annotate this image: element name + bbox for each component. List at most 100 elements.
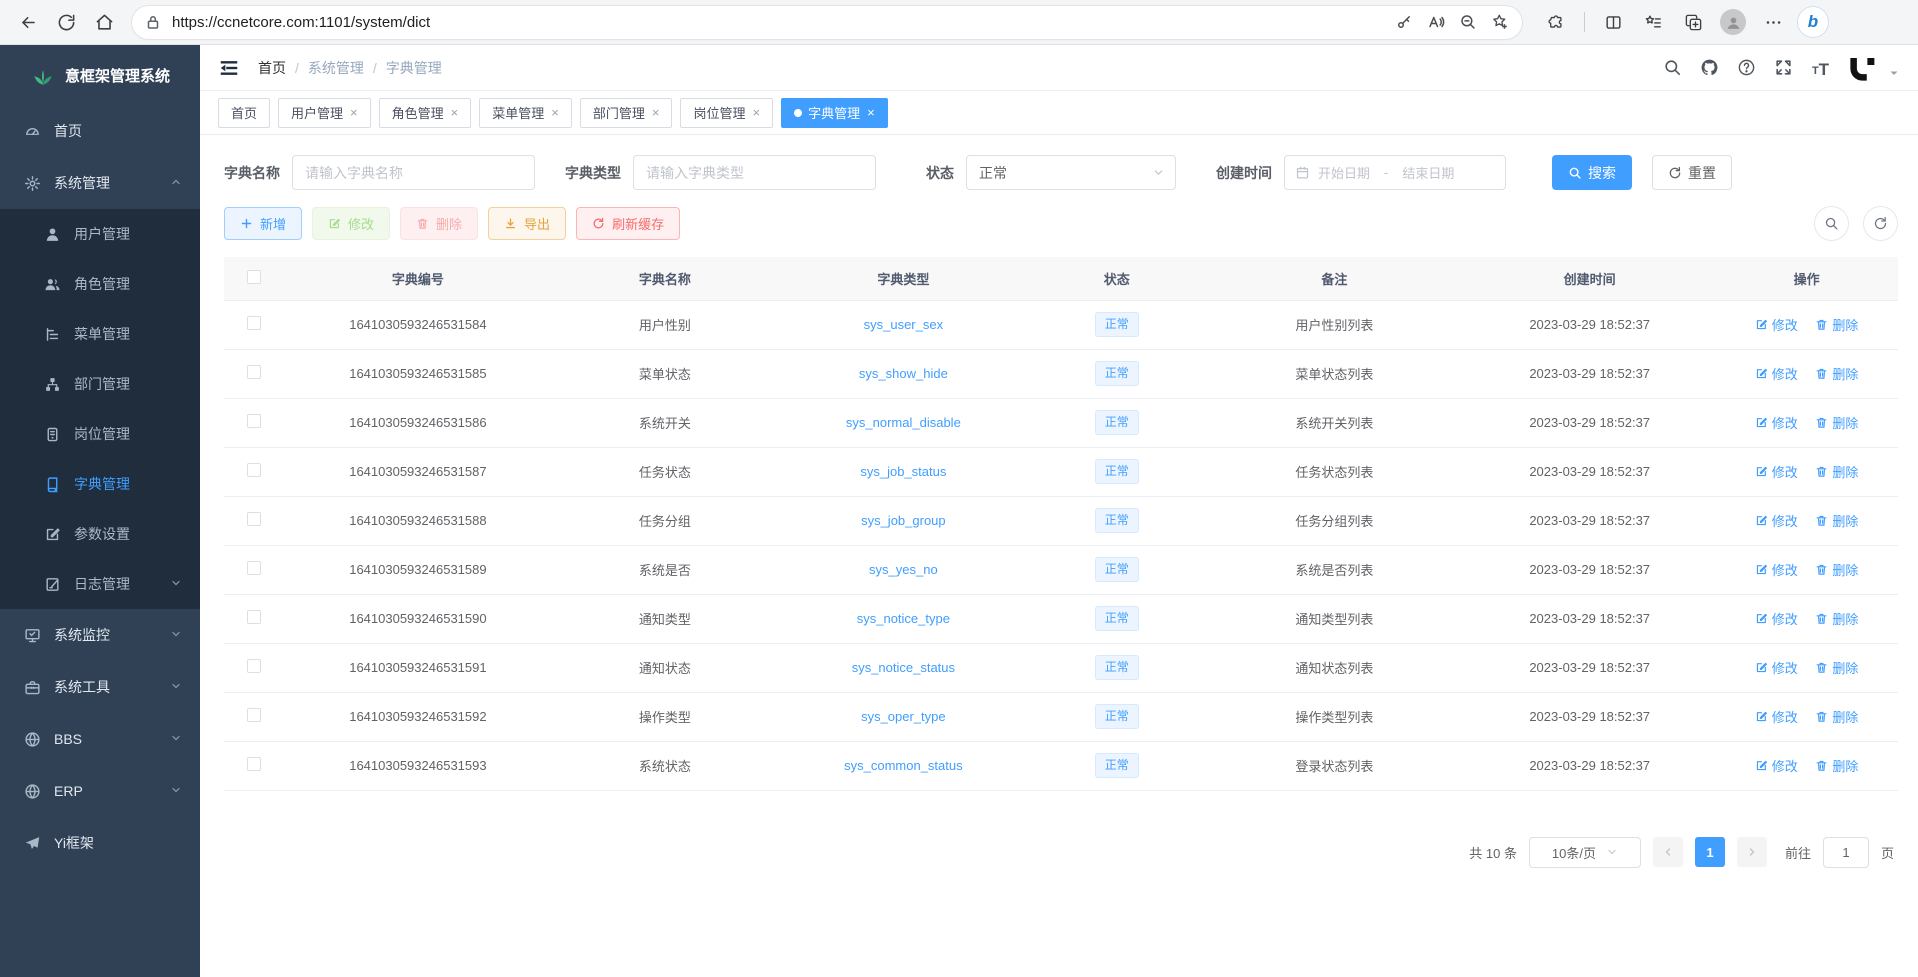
row-edit-link[interactable]: 修改: [1755, 707, 1798, 726]
caret-down-icon[interactable]: [1888, 67, 1900, 79]
sidebar-item-system-mgmt[interactable]: 系统管理: [0, 157, 200, 209]
tab-role-mgmt[interactable]: 角色管理 ×: [379, 98, 472, 128]
browser-home-button[interactable]: [86, 5, 122, 39]
sidebar-item-param-settings[interactable]: 参数设置: [0, 509, 200, 559]
select-all-checkbox[interactable]: [247, 270, 261, 284]
row-edit-link[interactable]: 修改: [1755, 315, 1798, 334]
row-checkbox[interactable]: [247, 463, 261, 477]
add-button[interactable]: 新增: [224, 207, 302, 240]
row-delete-link[interactable]: 删除: [1815, 658, 1858, 677]
sidebar-collapse-icon[interactable]: [218, 57, 240, 79]
breadcrumb-home[interactable]: 首页: [258, 58, 286, 78]
browser-refresh-button[interactable]: [48, 5, 84, 39]
next-page-button[interactable]: [1737, 837, 1767, 867]
sidebar-item-dept-mgmt[interactable]: 部门管理: [0, 359, 200, 409]
tab-close-icon[interactable]: ×: [752, 106, 760, 119]
tab-home[interactable]: 首页: [218, 98, 270, 128]
row-delete-link[interactable]: 删除: [1815, 511, 1858, 530]
sidebar-item-log-mgmt[interactable]: 日志管理: [0, 559, 200, 609]
goto-page-input[interactable]: [1823, 837, 1869, 868]
password-key-icon[interactable]: [1388, 7, 1420, 37]
dict-type-link[interactable]: sys_oper_type: [861, 709, 946, 724]
sidebar-item-dict-mgmt[interactable]: 字典管理: [0, 459, 200, 509]
sidebar-item-erp[interactable]: ERP: [0, 765, 200, 817]
dict-type-link[interactable]: sys_notice_status: [852, 660, 955, 675]
tab-user-mgmt[interactable]: 用户管理 ×: [278, 98, 371, 128]
add-favorite-star-icon[interactable]: [1484, 7, 1516, 37]
delete-button[interactable]: 删除: [400, 207, 478, 240]
current-page-button[interactable]: 1: [1695, 837, 1725, 867]
breadcrumb-system-mgmt[interactable]: 系统管理: [308, 58, 364, 78]
edit-button[interactable]: 修改: [312, 207, 390, 240]
row-edit-link[interactable]: 修改: [1755, 560, 1798, 579]
row-checkbox[interactable]: [247, 316, 261, 330]
sidebar-item-post-mgmt[interactable]: 岗位管理: [0, 409, 200, 459]
dict-type-link[interactable]: sys_notice_type: [857, 611, 950, 626]
split-screen-icon[interactable]: [1595, 5, 1631, 39]
tab-post-mgmt[interactable]: 岗位管理 ×: [680, 98, 773, 128]
row-checkbox[interactable]: [247, 708, 261, 722]
dict-type-link[interactable]: sys_normal_disable: [846, 415, 961, 430]
zoom-out-icon[interactable]: [1452, 7, 1484, 37]
row-edit-link[interactable]: 修改: [1755, 364, 1798, 383]
sidebar-item-role-mgmt[interactable]: 角色管理: [0, 259, 200, 309]
sidebar-item-home[interactable]: 首页: [0, 105, 200, 157]
sidebar-item-system-tools[interactable]: 系统工具: [0, 661, 200, 713]
sidebar-item-system-monitor[interactable]: 系统监控: [0, 609, 200, 661]
sidebar-item-bbs[interactable]: BBS: [0, 713, 200, 765]
row-delete-link[interactable]: 删除: [1815, 364, 1858, 383]
row-delete-link[interactable]: 删除: [1815, 756, 1858, 775]
favorites-list-icon[interactable]: [1635, 5, 1671, 39]
row-delete-link[interactable]: 删除: [1815, 707, 1858, 726]
row-checkbox[interactable]: [247, 561, 261, 575]
font-size-icon[interactable]: TT: [1811, 58, 1830, 77]
sidebar-item-yi-framework[interactable]: Yi框架: [0, 817, 200, 869]
collections-icon[interactable]: [1675, 5, 1711, 39]
sidebar-item-menu-mgmt[interactable]: 菜单管理: [0, 309, 200, 359]
extensions-puzzle-icon[interactable]: [1538, 5, 1574, 39]
dict-name-input[interactable]: [292, 155, 535, 190]
tab-close-icon[interactable]: ×: [652, 106, 660, 119]
row-edit-link[interactable]: 修改: [1755, 756, 1798, 775]
row-delete-link[interactable]: 删除: [1815, 315, 1858, 334]
browser-profile-avatar[interactable]: [1715, 5, 1751, 39]
dict-type-link[interactable]: sys_user_sex: [864, 317, 943, 332]
tab-close-icon[interactable]: ×: [451, 106, 459, 119]
tab-dict-mgmt[interactable]: 字典管理 ×: [781, 98, 888, 128]
row-edit-link[interactable]: 修改: [1755, 511, 1798, 530]
status-select[interactable]: 正常: [966, 155, 1176, 190]
page-size-select[interactable]: 10条/页: [1529, 837, 1641, 868]
dict-type-link[interactable]: sys_show_hide: [859, 366, 948, 381]
github-icon[interactable]: [1700, 58, 1719, 77]
row-checkbox[interactable]: [247, 659, 261, 673]
reset-button[interactable]: 重置: [1652, 155, 1732, 190]
dict-type-input[interactable]: [633, 155, 876, 190]
row-delete-link[interactable]: 删除: [1815, 413, 1858, 432]
bing-chat-icon[interactable]: b: [1795, 5, 1831, 39]
dict-type-link[interactable]: sys_yes_no: [869, 562, 938, 577]
tab-dept-mgmt[interactable]: 部门管理 ×: [580, 98, 673, 128]
fullscreen-icon[interactable]: [1774, 58, 1793, 77]
refresh-cache-button[interactable]: 刷新缓存: [576, 207, 680, 240]
row-checkbox[interactable]: [247, 512, 261, 526]
dict-type-link[interactable]: sys_job_status: [860, 464, 946, 479]
row-checkbox[interactable]: [247, 414, 261, 428]
url-text[interactable]: https://ccnetcore.com:1101/system/dict: [172, 14, 1388, 31]
read-aloud-icon[interactable]: [1420, 7, 1452, 37]
refresh-table-button[interactable]: [1863, 206, 1898, 241]
row-checkbox[interactable]: [247, 757, 261, 771]
toggle-search-button[interactable]: [1814, 206, 1849, 241]
tab-menu-mgmt[interactable]: 菜单管理 ×: [479, 98, 572, 128]
date-range-picker[interactable]: 开始日期 - 结束日期: [1284, 155, 1506, 190]
row-edit-link[interactable]: 修改: [1755, 462, 1798, 481]
tab-close-icon[interactable]: ×: [551, 106, 559, 119]
tab-close-icon[interactable]: ×: [867, 106, 875, 119]
dict-type-link[interactable]: sys_common_status: [844, 758, 963, 773]
row-checkbox[interactable]: [247, 610, 261, 624]
row-delete-link[interactable]: 删除: [1815, 462, 1858, 481]
prev-page-button[interactable]: [1653, 837, 1683, 867]
row-edit-link[interactable]: 修改: [1755, 609, 1798, 628]
row-delete-link[interactable]: 删除: [1815, 560, 1858, 579]
row-edit-link[interactable]: 修改: [1755, 413, 1798, 432]
row-delete-link[interactable]: 删除: [1815, 609, 1858, 628]
